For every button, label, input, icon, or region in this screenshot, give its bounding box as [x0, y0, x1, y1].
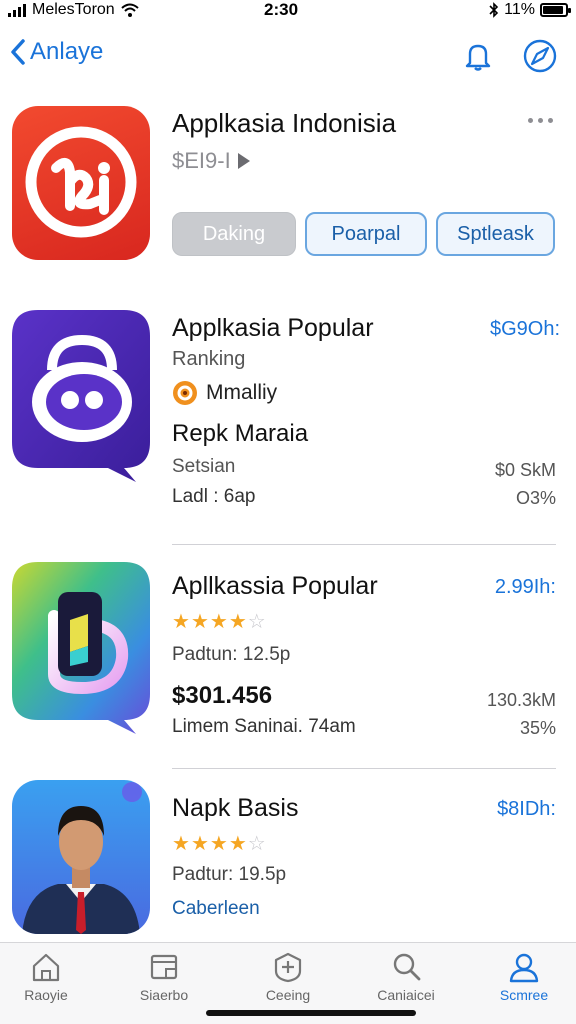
app-icon-purple[interactable] — [12, 310, 150, 482]
carrier-label: MelesToron — [32, 1, 115, 18]
star-icon: ★ — [228, 833, 247, 855]
app2-percent: 35% — [519, 718, 556, 738]
app-icon-gradient[interactable] — [12, 562, 150, 734]
app2-price[interactable]: 2.99Ih: — [480, 576, 556, 599]
app1-meta-right-2: O3% — [515, 488, 556, 508]
back-button[interactable]: Anlaye — [10, 38, 103, 66]
app2-size: 130.3kM — [486, 690, 556, 710]
app2-title: Apllkassia Popular — [172, 572, 378, 600]
tab-home[interactable]: Raoyie — [0, 951, 96, 1003]
app1-title: Applkasia Popular — [172, 314, 374, 342]
action-button-2[interactable]: Poarpal — [305, 212, 427, 256]
status-bar: MelesToron 2:30 11% — [0, 0, 576, 22]
nav-bar: Anlaye — [0, 30, 576, 86]
app1-meta-left-1: Setsian — [172, 456, 236, 477]
star-icon: ★ — [209, 833, 228, 855]
person-icon — [509, 953, 539, 983]
tab-add-label: Ceeing — [265, 987, 311, 1003]
tab-profile-label: Scmree — [499, 987, 549, 1003]
star-icon: ★ — [190, 833, 209, 855]
bluetooth-icon — [489, 2, 499, 18]
chevron-left-icon — [11, 39, 25, 65]
action-button-3[interactable]: Sptleask — [436, 212, 555, 256]
window-icon — [150, 954, 178, 980]
more-options-icon[interactable] — [528, 118, 553, 123]
app-icon-photo[interactable] — [12, 780, 150, 934]
tab-add[interactable]: Ceeing — [238, 951, 338, 1003]
tab-search-label: Caniaicei — [377, 987, 435, 1003]
star-icon: ★ — [172, 833, 190, 855]
app1-meta-left-2: Ladl : 6ap — [172, 486, 256, 507]
battery-percent: 11% — [504, 1, 535, 18]
app1-price[interactable]: $G9Oh: — [490, 318, 560, 341]
badge-icon — [173, 381, 197, 405]
clock: 2:30 — [264, 0, 299, 19]
app2-amount: $301.456 — [172, 682, 273, 709]
tab-search[interactable]: Caniaicei — [356, 951, 456, 1003]
app-icon-red[interactable] — [12, 106, 150, 260]
app3-downloads: Padtur: 19.5p — [172, 864, 287, 885]
star-icon: ★ — [190, 611, 209, 633]
tab-home-label: Raoyie — [24, 987, 68, 1003]
compass-icon[interactable] — [520, 36, 560, 76]
app2-rating: ★ ★ ★ ★ ☆ — [172, 612, 266, 632]
app3-rating: ★ ★ ★ ★ ☆ — [172, 834, 266, 854]
tab-window-label: Siaerbo — [139, 987, 189, 1003]
divider — [172, 768, 556, 769]
featured-title: Applkasia Indonisia — [172, 108, 397, 138]
app1-meta-right-1: $0 SkM — [494, 460, 556, 480]
bell-icon[interactable] — [458, 36, 498, 76]
status-right: 11% — [489, 1, 571, 19]
plus-shield-icon — [274, 952, 302, 983]
app3-title: Napk Basis — [172, 794, 299, 822]
featured-price: $EI9-I — [172, 148, 251, 174]
tab-window[interactable]: Siaerbo — [114, 951, 214, 1003]
nav-actions — [458, 36, 560, 76]
play-icon — [237, 153, 250, 169]
star-icon: ★ — [228, 611, 247, 633]
action-button-1[interactable]: Daking — [172, 212, 296, 256]
back-label: Anlaye — [30, 38, 104, 65]
app1-badge-label: Mmalliy — [206, 381, 278, 404]
star-icon: ★ — [172, 611, 190, 633]
search-icon — [393, 953, 421, 981]
app2-meta: Limem Saninai. 74am — [172, 716, 356, 737]
battery-icon — [540, 3, 571, 17]
app2-downloads: Padtun: 12.5p — [172, 644, 291, 665]
featured-price-label: $EI9-I — [172, 148, 231, 173]
tab-profile[interactable]: Scmree — [474, 951, 574, 1003]
app1-badge: Mmalliy — [172, 380, 277, 406]
star-icon: ★ — [209, 611, 228, 633]
app1-name: Repk Maraia — [172, 420, 309, 447]
divider — [172, 544, 556, 545]
signal-icon — [8, 3, 26, 17]
star-empty-icon: ☆ — [247, 611, 266, 633]
home-indicator[interactable] — [206, 1010, 416, 1016]
app3-price[interactable]: $8IDh: — [480, 798, 556, 821]
app1-subtitle: Ranking — [172, 348, 246, 370]
app3-category[interactable]: Caberleen — [172, 898, 260, 920]
star-empty-icon: ☆ — [247, 833, 266, 855]
carrier-group: MelesToron — [8, 1, 139, 19]
home-icon — [32, 953, 60, 982]
wifi-icon — [121, 3, 139, 17]
